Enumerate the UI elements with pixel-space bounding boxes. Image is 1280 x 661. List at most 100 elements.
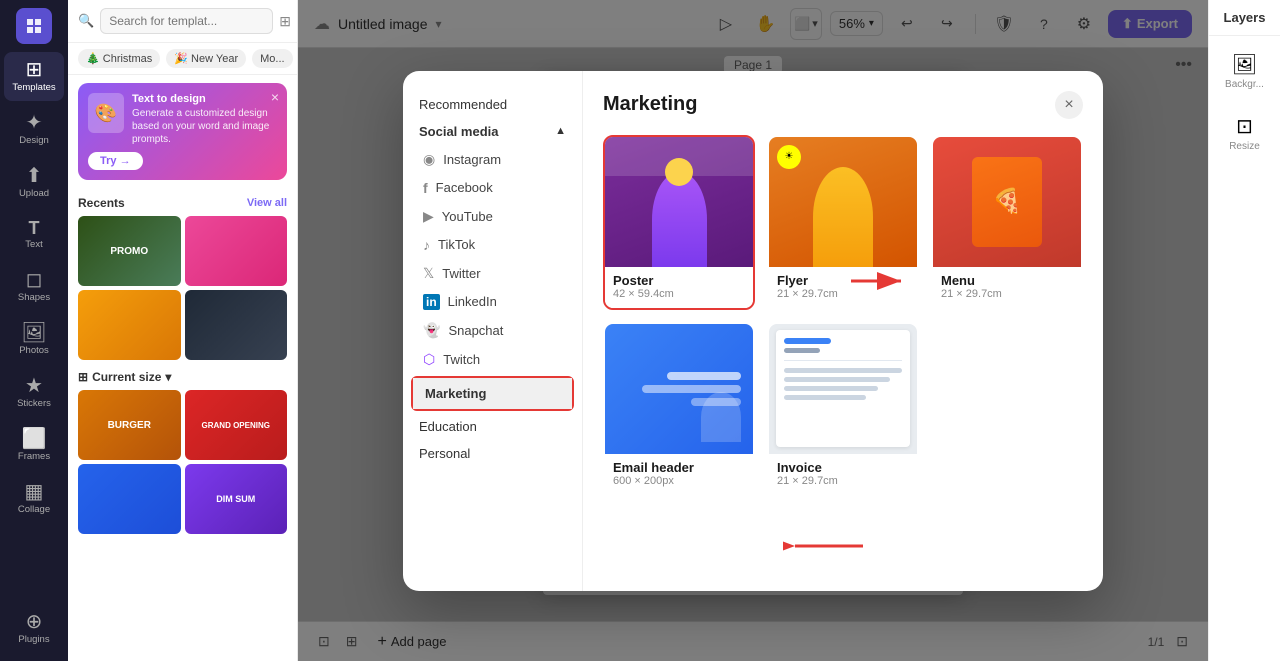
tag-bar: 🎄 Christmas 🎉 New Year Mo...: [68, 43, 297, 75]
instagram-label: Instagram: [443, 152, 501, 167]
view-all-button[interactable]: View all: [247, 197, 287, 209]
current-size-header[interactable]: ⊞ Current size ▾: [78, 370, 287, 384]
left-sidebar: ⊞ Templates ✦ Design ⬆ Upload T Text ◻ S…: [0, 0, 68, 661]
modal-title: Marketing: [603, 93, 697, 116]
modal-nav-tiktok[interactable]: ♪ TikTok: [403, 231, 582, 259]
sidebar-plugins-label: Plugins: [18, 634, 49, 645]
twitter-icon: 𝕏: [423, 265, 434, 282]
size-icon: ⊞: [78, 370, 88, 384]
try-button[interactable]: Try →: [88, 152, 143, 170]
modal-right-content: Marketing ×: [583, 71, 1103, 591]
app-logo[interactable]: [16, 8, 52, 44]
sidebar-text-label: Text: [25, 239, 42, 250]
layers-title: Layers: [1209, 0, 1280, 36]
modal-nav-marketing[interactable]: Marketing: [413, 378, 572, 409]
template-card-menu[interactable]: 🍕 Menu 21 × 29.7cm: [931, 135, 1083, 310]
snapchat-label: Snapchat: [448, 323, 503, 338]
flyer-card-name: Flyer: [777, 273, 909, 288]
tag-new-year[interactable]: 🎉 New Year: [166, 49, 246, 68]
youtube-icon: ▶: [423, 208, 434, 225]
size-item[interactable]: [78, 464, 181, 534]
promo-subtitle: Generate a customized design based on yo…: [132, 107, 277, 146]
search-icon: 🔍: [78, 13, 94, 29]
modal-nav-social-media[interactable]: Social media ▲: [403, 118, 582, 145]
tag-more[interactable]: Mo...: [252, 49, 292, 68]
email-header-card-name: Email header: [613, 460, 745, 475]
facebook-label: Facebook: [436, 180, 493, 195]
recents-section: Recents View all PROMO: [68, 188, 297, 364]
menu-card-name: Menu: [941, 273, 1073, 288]
sidebar-item-frames[interactable]: ⬜ Frames: [4, 421, 64, 470]
modal-nav-personal[interactable]: Personal: [403, 440, 582, 467]
sidebar-item-shapes[interactable]: ◻ Shapes: [4, 262, 64, 311]
right-panel-resize[interactable]: ⊡ Resize: [1213, 106, 1277, 160]
current-size-label: Current size: [92, 370, 161, 384]
template-card-email-header[interactable]: Email header 600 × 200px: [603, 322, 755, 497]
size-item[interactable]: DIM SUM: [185, 464, 288, 534]
chevron-down-icon: ▾: [165, 370, 171, 384]
background-label: Backgr...: [1225, 79, 1264, 90]
flyer-card-size: 21 × 29.7cm: [777, 288, 909, 300]
recents-label: Recents: [78, 196, 125, 210]
right-panel-background[interactable]: 🖼 Backgr...: [1213, 44, 1277, 98]
template-card-invoice[interactable]: Invoice 21 × 29.7cm: [767, 322, 919, 497]
invoice-card-name: Invoice: [777, 460, 909, 475]
sidebar-item-photos[interactable]: 🖼 Photos: [4, 315, 64, 364]
poster-card-name: Poster: [613, 273, 745, 288]
modal-nav-snapchat[interactable]: 👻 Snapchat: [403, 316, 582, 345]
modal-nav-instagram[interactable]: ◉ Instagram: [403, 145, 582, 174]
text-icon: T: [29, 219, 40, 237]
recent-item[interactable]: PROMO: [78, 216, 181, 286]
tiktok-label: TikTok: [438, 237, 475, 252]
promo-title: Text to design: [132, 93, 277, 105]
filter-icon[interactable]: ⊞: [279, 13, 291, 30]
sidebar-item-design[interactable]: ✦ Design: [4, 105, 64, 154]
modal-nav-facebook[interactable]: f Facebook: [403, 174, 582, 202]
frames-icon: ⬜: [22, 429, 47, 449]
main-canvas-area: ☁ Untitled image ▾ ▷ ✋ ⬜ ▾ 56% ▾ ↩ ↪ 🛡 ?…: [298, 0, 1208, 661]
recent-item[interactable]: [185, 290, 288, 360]
resize-icon: ⊡: [1236, 114, 1253, 139]
sidebar-item-stickers[interactable]: ★ Stickers: [4, 368, 64, 417]
modal-overlay[interactable]: Recommended Social media ▲ ◉ Instagram f…: [298, 0, 1208, 661]
promo-close-button[interactable]: ×: [271, 89, 279, 105]
plugins-icon: ⊕: [26, 612, 43, 632]
tag-christmas[interactable]: 🎄 Christmas: [78, 49, 160, 68]
poster-card-size: 42 × 59.4cm: [613, 288, 745, 300]
modal-nav-education[interactable]: Education: [403, 413, 582, 440]
sidebar-item-templates[interactable]: ⊞ Templates: [4, 52, 64, 101]
youtube-label: YouTube: [442, 209, 493, 224]
size-item[interactable]: GRAND OPENING: [185, 390, 288, 460]
size-item[interactable]: BURGER: [78, 390, 181, 460]
current-size-section: ⊞ Current size ▾ BURGER GRAND OPENING DI…: [68, 364, 297, 538]
modal-close-button[interactable]: ×: [1055, 91, 1083, 119]
shapes-icon: ◻: [26, 270, 43, 290]
sidebar-item-upload[interactable]: ⬆ Upload: [4, 158, 64, 207]
template-card-flyer[interactable]: ☀ Flyer 21 × 29.7cm: [767, 135, 919, 310]
templates-icon: ⊞: [26, 60, 43, 80]
search-input[interactable]: [100, 8, 273, 34]
sidebar-item-collage[interactable]: ▦ Collage: [4, 474, 64, 523]
modal-nav-linkedin[interactable]: in LinkedIn: [403, 288, 582, 316]
sidebar-stickers-label: Stickers: [17, 398, 51, 409]
recent-item[interactable]: [78, 290, 181, 360]
menu-card-size: 21 × 29.7cm: [941, 288, 1073, 300]
modal-left-nav: Recommended Social media ▲ ◉ Instagram f…: [403, 71, 583, 591]
search-bar: 🔍 ⊞: [68, 0, 297, 43]
twitch-label: Twitch: [443, 352, 480, 367]
recent-item[interactable]: [185, 216, 288, 286]
modal-nav-twitter[interactable]: 𝕏 Twitter: [403, 259, 582, 288]
modal-nav-recommended[interactable]: Recommended: [403, 91, 582, 118]
twitter-label: Twitter: [442, 266, 480, 281]
modal-nav-twitch[interactable]: ⬡ Twitch: [403, 345, 582, 374]
linkedin-label: LinkedIn: [448, 294, 497, 309]
template-card-poster[interactable]: Poster 42 × 59.4cm: [603, 135, 755, 310]
twitch-icon: ⬡: [423, 351, 435, 368]
sidebar-item-plugins[interactable]: ⊕ Plugins: [4, 604, 64, 653]
modal-nav-youtube[interactable]: ▶ YouTube: [403, 202, 582, 231]
sidebar-design-label: Design: [19, 135, 49, 146]
design-icon: ✦: [26, 113, 43, 133]
instagram-icon: ◉: [423, 151, 435, 168]
photos-icon: 🖼: [21, 323, 46, 343]
sidebar-item-text[interactable]: T Text: [4, 211, 64, 258]
